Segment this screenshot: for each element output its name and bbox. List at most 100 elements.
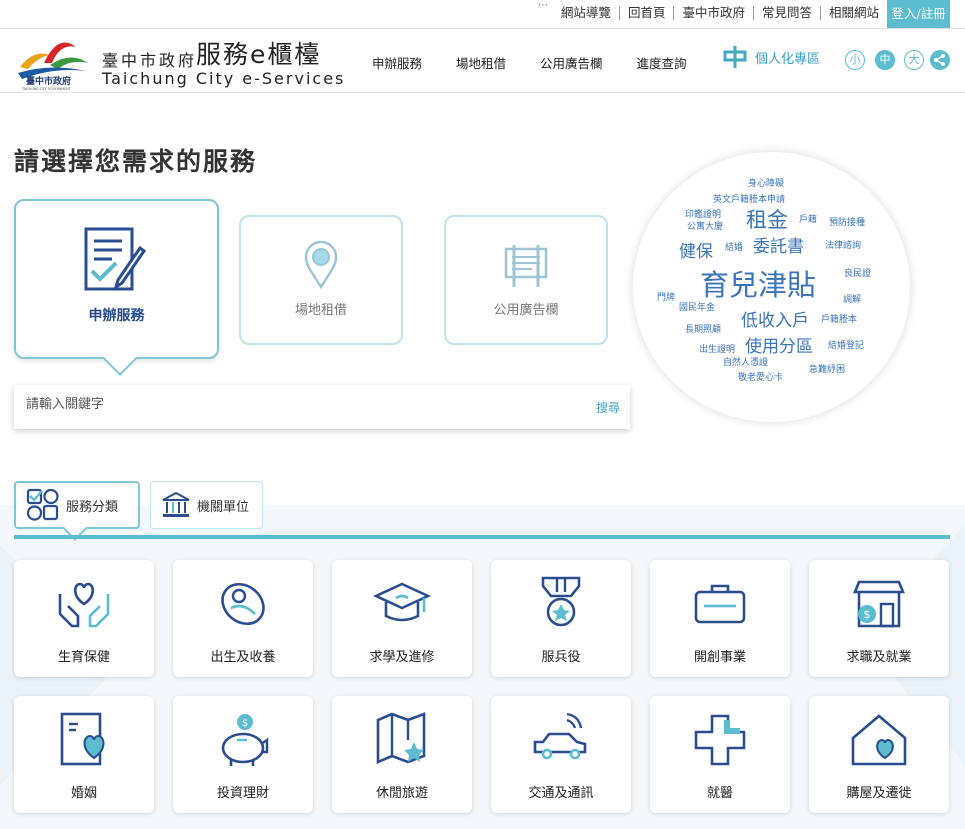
keyword-tag[interactable]: 健保 xyxy=(679,237,713,262)
document-heart-icon xyxy=(60,712,105,766)
personal-zone-link[interactable]: 個人化專區 xyxy=(723,46,820,68)
keyword-tag[interactable]: 戶籍謄本 xyxy=(821,312,857,325)
keyword-tag[interactable]: 門牌 xyxy=(657,290,675,303)
keyword-tag[interactable]: 使用分區 xyxy=(745,332,813,357)
car-signal-icon xyxy=(533,712,587,760)
category-label: 就醫 xyxy=(706,786,733,801)
briefcase-icon xyxy=(694,584,746,624)
category-card-investment[interactable]: $ 投資理財 xyxy=(173,696,313,813)
government-building-icon xyxy=(162,491,190,517)
category-label: 求學及進修 xyxy=(369,650,435,665)
category-label: 婚姻 xyxy=(70,786,97,801)
tab-service-category[interactable]: 服務分類 xyxy=(14,481,140,529)
nav-apply[interactable]: 申辦服務 xyxy=(372,53,422,72)
category-card-employment[interactable]: $ 求職及就業 xyxy=(809,560,949,677)
service-venue-label: 場地租借 xyxy=(294,303,347,318)
keyword-tag[interactable]: 結婚 xyxy=(725,240,743,253)
category-label: 投資理財 xyxy=(216,786,269,801)
baby-icon xyxy=(221,582,265,626)
tab-service-category-label: 服務分類 xyxy=(66,499,119,515)
location-pin-icon xyxy=(304,241,338,289)
svg-text:$: $ xyxy=(864,608,871,621)
service-apply-card[interactable]: 申辦服務 xyxy=(14,199,219,359)
search-box: 搜尋 xyxy=(14,385,630,429)
category-card-education[interactable]: 求學及進修 xyxy=(332,560,472,677)
category-label: 生育保健 xyxy=(57,650,110,665)
shop-coin-icon: $ xyxy=(853,580,905,628)
service-board-card[interactable]: 公用廣告欄 xyxy=(444,215,608,345)
category-card-birth[interactable]: 出生及收養 xyxy=(173,560,313,677)
keyword-tag[interactable]: 低收入戶 xyxy=(741,306,809,331)
related-sites-link[interactable]: 相關網站 xyxy=(819,6,887,20)
svg-text:TAICHUNG CITY GOVERNMENT: TAICHUNG CITY GOVERNMENT xyxy=(21,87,71,91)
medal-icon xyxy=(541,576,581,627)
category-label: 購屋及遷徙 xyxy=(846,786,912,801)
home-link[interactable]: 回首頁 xyxy=(618,6,674,20)
logo-icon: 臺中市政府 TAICHUNG CITY GOVERNMENT xyxy=(18,42,88,91)
category-grid-icon xyxy=(26,488,59,521)
category-card-military[interactable]: 服兵役 xyxy=(491,560,631,677)
search-button[interactable]: 搜尋 xyxy=(596,399,620,416)
category-label: 休閒旅遊 xyxy=(375,786,428,801)
nav-board[interactable]: 公用廣告欄 xyxy=(540,53,603,72)
font-small-button[interactable]: 小 xyxy=(845,50,865,70)
font-medium-button[interactable]: 中 xyxy=(875,50,895,70)
category-card-marriage[interactable]: 婚姻 xyxy=(14,696,154,813)
city-gov-link[interactable]: 臺中市政府 xyxy=(673,6,753,20)
tab-organization[interactable]: 機關單位 xyxy=(150,481,263,529)
keyword-tag[interactable]: 長期照顧 xyxy=(685,322,721,335)
category-card-leisure[interactable]: 休閒旅遊 xyxy=(332,696,472,813)
keyword-tag[interactable]: 公寓大廈 xyxy=(687,219,723,232)
main-nav: 申辦服務 場地租借 公用廣告欄 進度查詢 xyxy=(372,53,721,72)
accesskey-dots[interactable]: ⋯ xyxy=(538,0,549,11)
keyword-tag[interactable]: 結婚登記 xyxy=(828,338,864,351)
house-heart-icon xyxy=(851,714,907,766)
keyword-tag[interactable]: 出生證明 xyxy=(699,342,735,355)
keyword-tag[interactable]: 國民年金 xyxy=(679,300,715,313)
keyword-tag[interactable]: 自然人憑證 xyxy=(723,355,768,368)
top-links: 網站導覽 回首頁 臺中市政府 常見問答 相關網站 xyxy=(553,6,887,20)
svg-text:$: $ xyxy=(242,718,248,729)
category-label: 開創事業 xyxy=(693,650,746,665)
sitemap-link[interactable]: 網站導覽 xyxy=(553,6,619,20)
login-register-button[interactable]: 登入/註冊 xyxy=(887,0,950,28)
keyword-tag[interactable]: 預防接種 xyxy=(829,215,865,228)
category-card-housing[interactable]: 購屋及遷徙 xyxy=(809,696,949,813)
site-title: 服務e櫃檯 xyxy=(196,40,322,69)
svg-text:臺中市政府: 臺中市政府 xyxy=(26,75,71,87)
piggy-bank-icon: $ xyxy=(221,714,269,766)
city-logo[interactable]: 臺中市政府 TAICHUNG CITY GOVERNMENT xyxy=(14,33,94,91)
service-venue-card[interactable]: 場地租借 xyxy=(239,215,403,345)
graduation-cap-icon xyxy=(372,582,432,622)
keyword-tag[interactable]: 調解 xyxy=(843,292,861,305)
category-card-medical[interactable]: 就醫 xyxy=(650,696,790,813)
category-card-business[interactable]: 開創事業 xyxy=(650,560,790,677)
document-pen-icon xyxy=(84,227,146,291)
billboard-icon xyxy=(504,245,548,287)
personal-zone-icon xyxy=(723,46,747,68)
keyword-tag[interactable]: 委託書 xyxy=(753,232,804,257)
keyword-tag[interactable]: 身心障礙 xyxy=(748,176,784,189)
nav-progress[interactable]: 進度查詢 xyxy=(637,53,687,72)
nav-venue[interactable]: 場地租借 xyxy=(456,53,506,72)
map-star-icon xyxy=(376,712,426,764)
site-title-en: Taichung City e-Services xyxy=(102,69,346,88)
faq-link[interactable]: 常見問答 xyxy=(752,6,820,20)
keyword-tag[interactable]: 租金 xyxy=(746,204,788,234)
keyword-tag[interactable]: 良民證 xyxy=(844,266,871,279)
category-label: 交通及通訊 xyxy=(528,786,594,801)
hands-heart-icon xyxy=(58,582,110,628)
category-card-maternity[interactable]: 生育保健 xyxy=(14,560,154,677)
keyword-tag[interactable]: 戶籍 xyxy=(799,212,817,225)
keyword-tag[interactable]: 敬老愛心卡 xyxy=(738,370,783,383)
tab-organization-label: 機關單位 xyxy=(197,499,250,515)
share-button[interactable] xyxy=(930,50,950,70)
service-apply-label: 申辦服務 xyxy=(88,308,145,324)
font-large-button[interactable]: 大 xyxy=(904,50,924,70)
site-header: 臺中市政府 TAICHUNG CITY GOVERNMENT 臺中市政府 服務e… xyxy=(0,28,965,93)
keyword-tag[interactable]: 育兒津貼 xyxy=(700,262,816,304)
category-card-transport[interactable]: 交通及通訊 xyxy=(491,696,631,813)
keyword-tag[interactable]: 法律諮詢 xyxy=(825,238,861,251)
search-input[interactable] xyxy=(26,397,526,412)
keyword-tag[interactable]: 急難紓困 xyxy=(809,362,845,375)
